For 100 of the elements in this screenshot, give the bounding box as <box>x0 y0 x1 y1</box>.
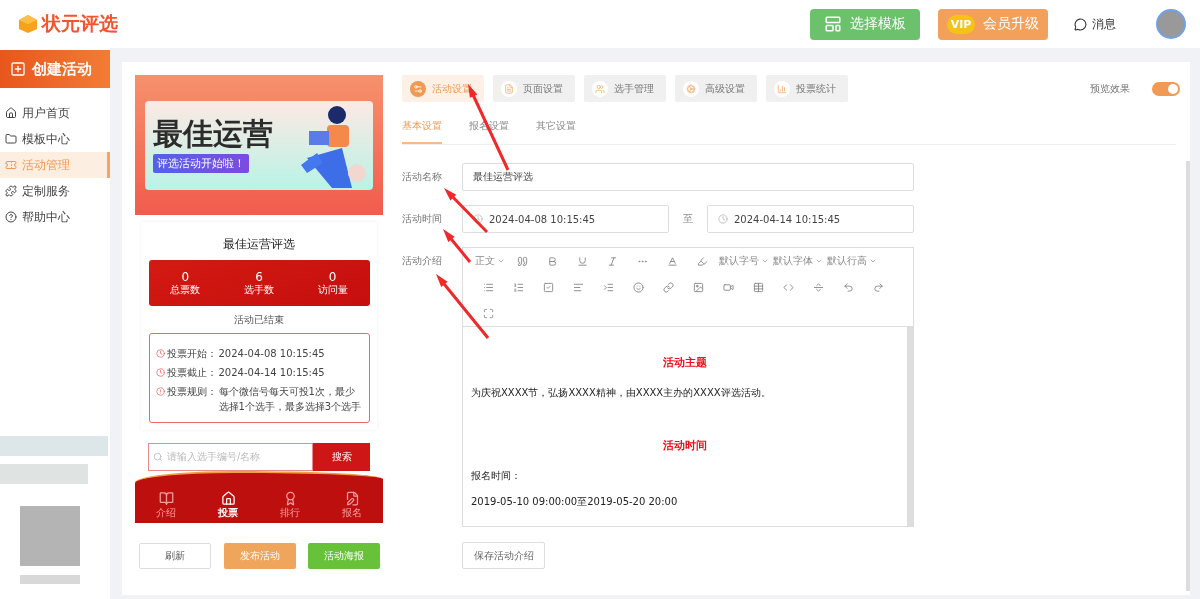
code-icon <box>782 281 794 293</box>
info-value: 2024-04-14 10:15:45 <box>218 366 325 380</box>
blurred-block <box>20 575 80 584</box>
banner-title: 最佳运营 <box>153 117 273 150</box>
nav-item[interactable]: 介绍 <box>156 491 176 520</box>
template-button[interactable]: 选择模板 <box>810 8 920 40</box>
caret-icon <box>761 257 769 265</box>
sidebar-item[interactable]: 帮助中心 <box>0 204 110 230</box>
caret-icon <box>815 257 823 265</box>
stat-value: 0 <box>328 269 337 284</box>
bold-icon <box>546 255 558 267</box>
book-icon <box>158 491 174 506</box>
logo-icon <box>18 14 38 34</box>
sub-tab[interactable]: 基本设置 <box>402 120 442 144</box>
poster-button[interactable]: 活动海报 <box>308 543 380 569</box>
indent-icon <box>602 281 614 293</box>
end-time-field[interactable]: 2024-04-14 10:15:45 <box>707 205 914 233</box>
settings-tab[interactable]: 投票统计 <box>766 75 848 102</box>
save-intro-button[interactable]: 保存活动介绍 <box>462 542 545 569</box>
start-time-field[interactable]: 2024-04-08 10:15:45 <box>462 205 669 233</box>
name-field[interactable]: 最佳运营评选 <box>462 163 914 191</box>
redo-icon <box>872 281 884 293</box>
tab-icon <box>686 83 696 94</box>
nav-item[interactable]: 排行 <box>280 491 300 520</box>
bullet-list-icon <box>482 281 494 293</box>
vip-upgrade-button[interactable]: VIP 会员升级 <box>938 8 1048 40</box>
sidebar-item[interactable]: 用户首页 <box>0 100 110 126</box>
clock-icon <box>473 214 483 224</box>
alert-icon <box>155 387 165 396</box>
field-label: 活动介绍 <box>402 254 443 268</box>
info-label: 投票开始： <box>166 347 217 361</box>
clock-icon <box>718 214 728 224</box>
numbered-list-icon <box>512 281 524 293</box>
activity-status: 活动已结束 <box>234 313 284 327</box>
format-dropdown[interactable]: 默认字体 <box>771 248 825 274</box>
highlight-icon <box>696 255 708 267</box>
tab-icon <box>413 83 423 94</box>
settings-tab[interactable]: 页面设置 <box>493 75 575 102</box>
content-paragraph: 为庆祝XXXX节，弘扬XXXX精神，由XXXX主办的XXXX评选活动。 <box>471 386 772 400</box>
create-activity-button[interactable]: 创建活动 <box>0 50 110 88</box>
stat-label: 访问量 <box>317 284 348 297</box>
content-heading: 活动时间 <box>662 438 708 453</box>
format-dropdown[interactable]: 默认字号 <box>717 248 771 274</box>
content-heading: 活动主题 <box>662 355 708 370</box>
sidebar-item[interactable]: 活动管理 <box>0 152 110 178</box>
home-icon <box>5 107 17 119</box>
stat-value: 0 <box>181 269 190 285</box>
publish-button[interactable]: 发布活动 <box>223 543 296 569</box>
format-dropdown[interactable]: 默认行高 <box>825 248 879 274</box>
caret-icon <box>497 257 505 265</box>
sidebar-item[interactable]: 定制服务 <box>0 178 110 204</box>
player-search-field[interactable]: 请输入选手编号/名称 <box>148 443 313 471</box>
tab-icon <box>595 83 605 94</box>
search-icon <box>153 452 163 462</box>
template-icon <box>824 15 842 33</box>
field-label: 活动名称 <box>402 170 443 184</box>
link-icon <box>662 281 674 293</box>
user-avatar[interactable] <box>1156 9 1186 39</box>
nav-item[interactable]: 报名 <box>342 491 362 520</box>
settings-tab[interactable]: 选手管理 <box>584 75 666 102</box>
activity-title: 最佳运营评选 <box>223 236 295 253</box>
refresh-button[interactable]: 刷新 <box>139 543 211 569</box>
message-icon <box>1074 17 1087 31</box>
search-button[interactable]: 搜索 <box>313 443 370 471</box>
settings-tab[interactable]: 高级设置 <box>675 75 757 102</box>
content-paragraph: 报名时间： <box>471 469 522 483</box>
field-label: 活动时间 <box>402 212 443 226</box>
checkbox-icon <box>542 281 554 293</box>
quote-icon <box>516 255 528 267</box>
annotation-arrow <box>436 274 490 339</box>
table-icon <box>752 281 764 293</box>
info-value: 每个微信号每天可投1次，最少选择1个选手，最多选择3个选手 <box>218 385 363 414</box>
align-icon <box>572 281 584 293</box>
stat-label: 总票数 <box>170 284 201 297</box>
emoji-icon <box>632 281 644 293</box>
sidebar-item[interactable]: 模板中心 <box>0 126 110 152</box>
logo-text: 状元评选 <box>42 11 118 36</box>
clock-icon <box>155 368 165 377</box>
preview-label: 预览效果 <box>1090 81 1130 96</box>
nav-item[interactable]: 投票 <box>218 491 238 520</box>
format-dropdown[interactable]: 正文 <box>473 248 507 274</box>
sub-tab[interactable]: 其它设置 <box>536 120 576 144</box>
help-icon <box>5 211 17 223</box>
preview-switch[interactable] <box>1152 81 1180 96</box>
stat-label: 选手数 <box>244 284 274 297</box>
font-color-icon <box>666 255 678 267</box>
italic-icon <box>606 255 618 267</box>
messages-link[interactable]: 消息 <box>1074 15 1116 33</box>
caret-icon <box>869 257 877 265</box>
fullscreen-icon <box>482 307 494 319</box>
banner-subtitle: 评选活动开始啦！ <box>153 154 249 173</box>
image-icon <box>692 281 704 293</box>
blurred-block <box>20 506 80 566</box>
tab-icon <box>777 83 787 94</box>
info-label: 投票截止： <box>166 366 217 380</box>
home-icon <box>220 491 236 506</box>
folder-icon <box>5 133 17 145</box>
info-label: 投票规则： <box>166 385 217 399</box>
underline-icon <box>576 255 588 267</box>
tab-icon <box>504 83 514 94</box>
